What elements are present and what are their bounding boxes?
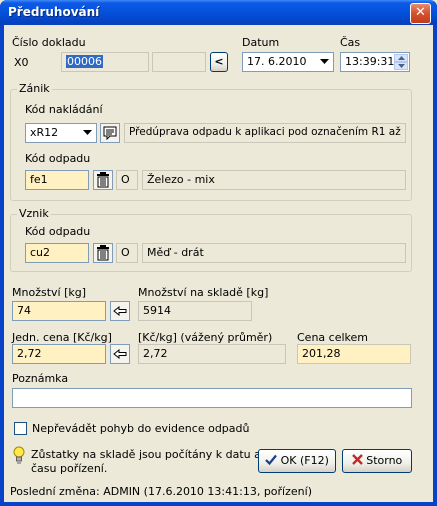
doc-prefix: X0	[14, 56, 29, 69]
spin-up-icon[interactable]	[394, 54, 408, 62]
zanik-kategorie: O	[116, 170, 138, 190]
jedn-cena-field[interactable]: 2,72	[12, 344, 106, 364]
hint-line1: Zůstatky na skladě jsou počítány k datu …	[31, 448, 261, 461]
vznik-group-title: Vznik	[17, 207, 51, 220]
checkbox[interactable]	[14, 422, 27, 435]
title-bar[interactable]: Předruhování ✕	[0, 0, 437, 25]
hint-line2: času pořízení.	[31, 462, 108, 475]
cancel-button-label: Storno	[366, 454, 403, 467]
date-value: 17. 6.2010	[247, 55, 307, 68]
notes-icon[interactable]	[100, 123, 120, 143]
vznik-kod-odpadu-field[interactable]: cu2	[25, 243, 89, 263]
time-value: 13:39:31	[345, 55, 395, 68]
vznik-kod-odpadu-label: Kód odpadu	[25, 225, 91, 238]
waste-bin-icon[interactable]	[93, 170, 113, 190]
zanik-kod-odpadu-field[interactable]: fe1	[25, 170, 89, 190]
checkbox-label[interactable]: Nepřevádět pohyb do evidence odpadů	[32, 422, 249, 435]
doc-number-extra	[152, 52, 206, 72]
mnozstvi-field[interactable]: 74	[12, 301, 106, 321]
doc-number-value: 00006	[66, 55, 103, 68]
dialog-body: Číslo dokladu X0 00006 < Datum 17. 6.201…	[4, 25, 433, 502]
dialog-window: Předruhování ✕ Číslo dokladu X0 00006 < …	[0, 0, 437, 506]
poznamka-field[interactable]	[12, 388, 412, 408]
window-title: Předruhování	[8, 5, 100, 19]
status-bar: Poslední změna: ADMIN (17.6.2010 13:41:1…	[4, 481, 433, 502]
arrow-left-icon[interactable]	[110, 301, 130, 321]
close-icon	[351, 454, 363, 465]
mnozstvi-label: Množství [kg]	[12, 286, 87, 299]
time-field[interactable]: 13:39:31	[340, 52, 410, 72]
chevron-down-icon[interactable]	[316, 54, 332, 70]
time-label: Čas	[340, 36, 361, 49]
prev-number-button[interactable]: <	[210, 52, 228, 72]
zanik-group-title: Zánik	[17, 82, 52, 95]
doc-number-field[interactable]: 00006	[61, 52, 149, 72]
vznik-kategorie: O	[116, 243, 138, 263]
mnozstvi-sklad-field: 5914	[138, 301, 252, 321]
mnozstvi-sklad-label: Množství na skladě [kg]	[138, 286, 269, 299]
prumer-label: [Kč/kg] (vážený průměr)	[138, 331, 273, 344]
vznik-group: Vznik Kód odpadu cu2 O Měď - drát	[10, 207, 412, 272]
kod-nakladani-label: Kód nakládání	[25, 103, 103, 116]
status-text: Poslední změna: ADMIN (17.6.2010 13:41:1…	[10, 485, 312, 498]
zanik-group: Zánik Kód nakládání xR12 Předúprava odpa…	[10, 82, 412, 201]
kod-nakladani-desc: Předúprava odpadu k aplikaci pod označen…	[124, 123, 406, 143]
checkmark-icon	[265, 454, 277, 466]
close-button[interactable]: ✕	[410, 3, 431, 24]
cancel-button[interactable]: Storno	[342, 449, 412, 473]
cena-celkem-label: Cena celkem	[297, 331, 368, 344]
ok-button-label: OK (F12)	[280, 454, 329, 467]
zanik-nazev: Železo - mix	[142, 170, 406, 190]
lightbulb-icon	[12, 446, 26, 467]
cena-celkem-field: 201,28	[297, 344, 411, 364]
jedn-cena-label: Jedn. cena [Kč/kg]	[12, 331, 112, 344]
time-spinner[interactable]	[394, 54, 408, 70]
chevron-down-icon[interactable]	[79, 125, 95, 141]
vznik-nazev: Měď - drát	[142, 243, 406, 263]
waste-bin-icon[interactable]	[93, 243, 113, 263]
arrow-left-icon[interactable]	[110, 344, 130, 364]
doc-number-label: Číslo dokladu	[12, 36, 86, 49]
ok-button[interactable]: OK (F12)	[258, 449, 336, 473]
date-picker[interactable]: 17. 6.2010	[242, 52, 334, 72]
spin-down-icon[interactable]	[394, 62, 408, 70]
kod-nakladani-select[interactable]: xR12	[25, 123, 97, 143]
kod-nakladani-value: xR12	[30, 126, 59, 139]
zanik-kod-odpadu-label: Kód odpadu	[25, 152, 91, 165]
poznamka-label: Poznámka	[12, 372, 69, 385]
prumer-field: 2,72	[138, 344, 286, 364]
date-label: Datum	[242, 36, 280, 49]
